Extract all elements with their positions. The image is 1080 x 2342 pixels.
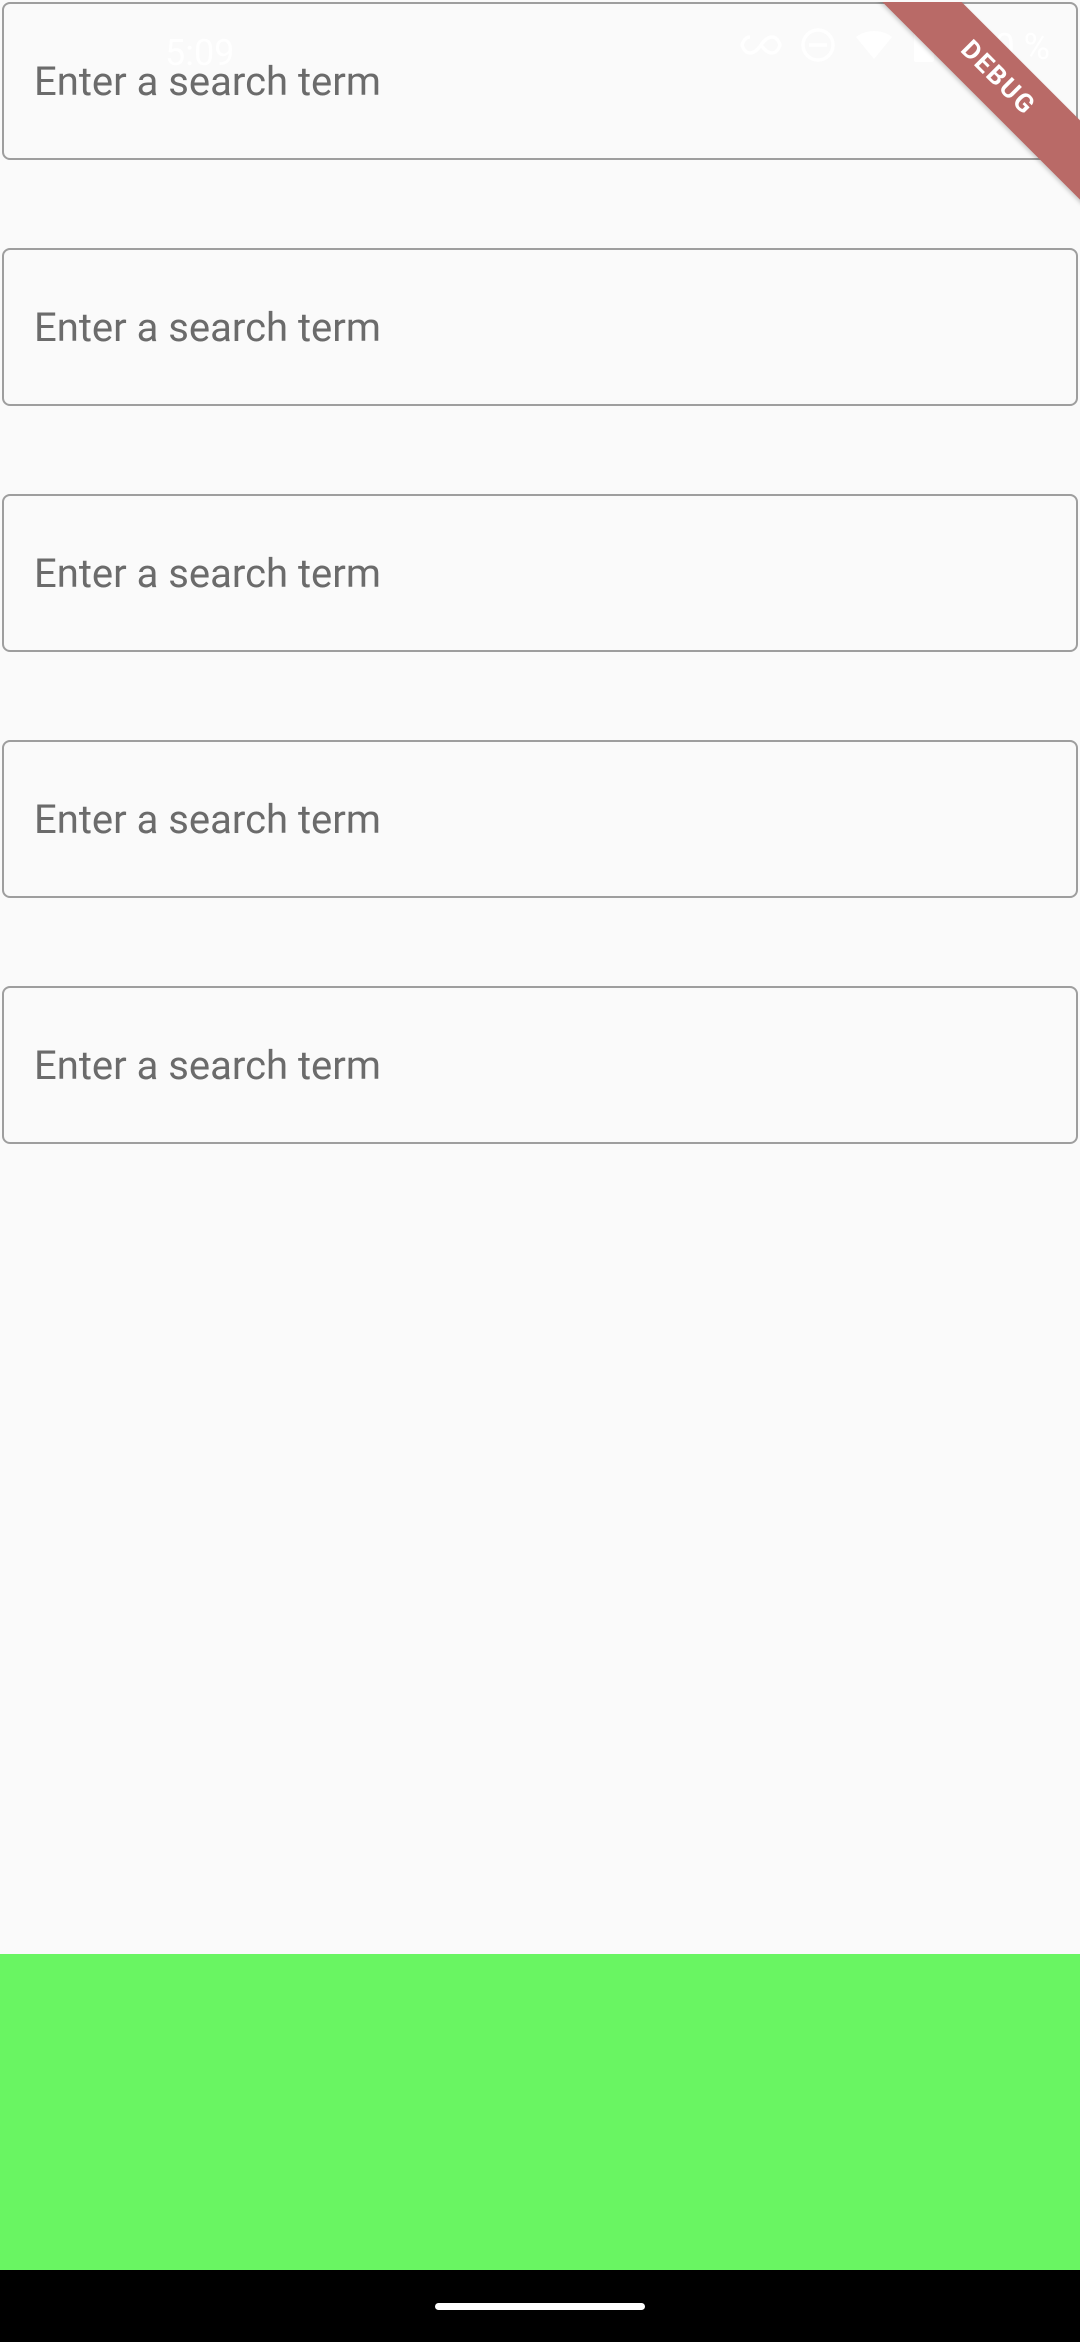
battery-percentage: 100 % xyxy=(954,26,1050,68)
search-input-2[interactable] xyxy=(2,248,1078,406)
status-bar-time: 5:09 xyxy=(165,32,234,74)
wifi-icon xyxy=(854,29,894,65)
search-input-4[interactable] xyxy=(2,740,1078,898)
gesture-handle[interactable] xyxy=(435,2303,645,2310)
do-not-disturb-icon xyxy=(800,27,836,67)
inputs-container xyxy=(0,2,1080,1144)
battery-icon xyxy=(912,26,936,68)
bottom-panel xyxy=(0,1954,1080,2270)
link-icon xyxy=(740,33,782,61)
search-input-5[interactable] xyxy=(2,986,1078,1144)
search-input-3[interactable] xyxy=(2,494,1078,652)
status-bar: 100 % xyxy=(740,2,1080,92)
navigation-bar xyxy=(0,2270,1080,2342)
